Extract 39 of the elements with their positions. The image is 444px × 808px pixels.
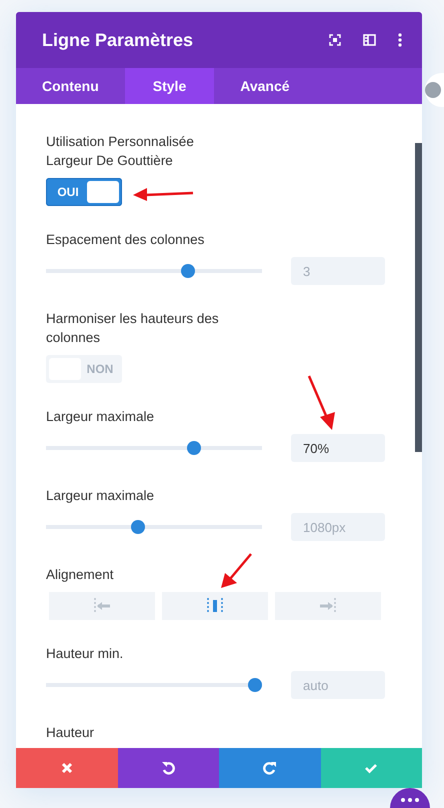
sidebar-layout-icon[interactable]	[363, 34, 376, 46]
align-left-icon	[93, 597, 111, 615]
redo-icon	[262, 761, 277, 775]
panel-title: Ligne Paramètres	[42, 30, 194, 50]
globe-icon[interactable]	[424, 72, 444, 108]
slider-thumb[interactable]	[248, 678, 262, 692]
setting-label: Largeur maximale	[46, 487, 156, 505]
setting-label: Largeur maximale	[46, 408, 156, 426]
more-dots-icon	[400, 798, 420, 802]
more-options-icon[interactable]	[398, 33, 402, 47]
slider-thumb[interactable]	[130, 520, 145, 534]
value-field[interactable]: 3	[291, 257, 385, 285]
scrollbar[interactable]	[415, 143, 422, 452]
tab[interactable]: Style	[124, 68, 214, 104]
slider-thumb[interactable]	[181, 264, 196, 278]
setting-label: Espacement des colonnes	[46, 231, 206, 249]
setting-label: Hauteur	[46, 724, 96, 742]
fullscreen-icon[interactable]	[329, 34, 341, 46]
more-button[interactable]	[390, 788, 430, 808]
value-field[interactable]: 70%	[291, 434, 385, 462]
close-icon	[60, 761, 74, 775]
arrow-annotation	[133, 188, 194, 201]
arrow-annotation	[221, 553, 252, 588]
align-right-icon	[319, 597, 337, 615]
setting-label: Alignement	[46, 566, 115, 584]
tab[interactable]: Avancé	[214, 68, 316, 104]
undo-icon	[161, 761, 176, 775]
setting-label: Hauteur min.	[46, 645, 124, 663]
value-field[interactable]: 1080px	[291, 513, 385, 541]
check-icon	[364, 761, 378, 775]
toggle-switch[interactable]: OUI	[46, 178, 122, 206]
setting-label: Utilisation Personnalisée Largeur De Gouttière	[46, 133, 195, 170]
align-center-button[interactable]	[162, 592, 268, 620]
arrow-annotation	[308, 376, 335, 430]
align-center-icon	[206, 597, 224, 615]
slider-thumb[interactable]	[187, 441, 202, 455]
setting-label: Harmoniser les hauteurs des colonnes	[46, 310, 220, 347]
value-field[interactable]: auto	[291, 671, 385, 699]
tab[interactable]: Contenu	[16, 68, 125, 104]
